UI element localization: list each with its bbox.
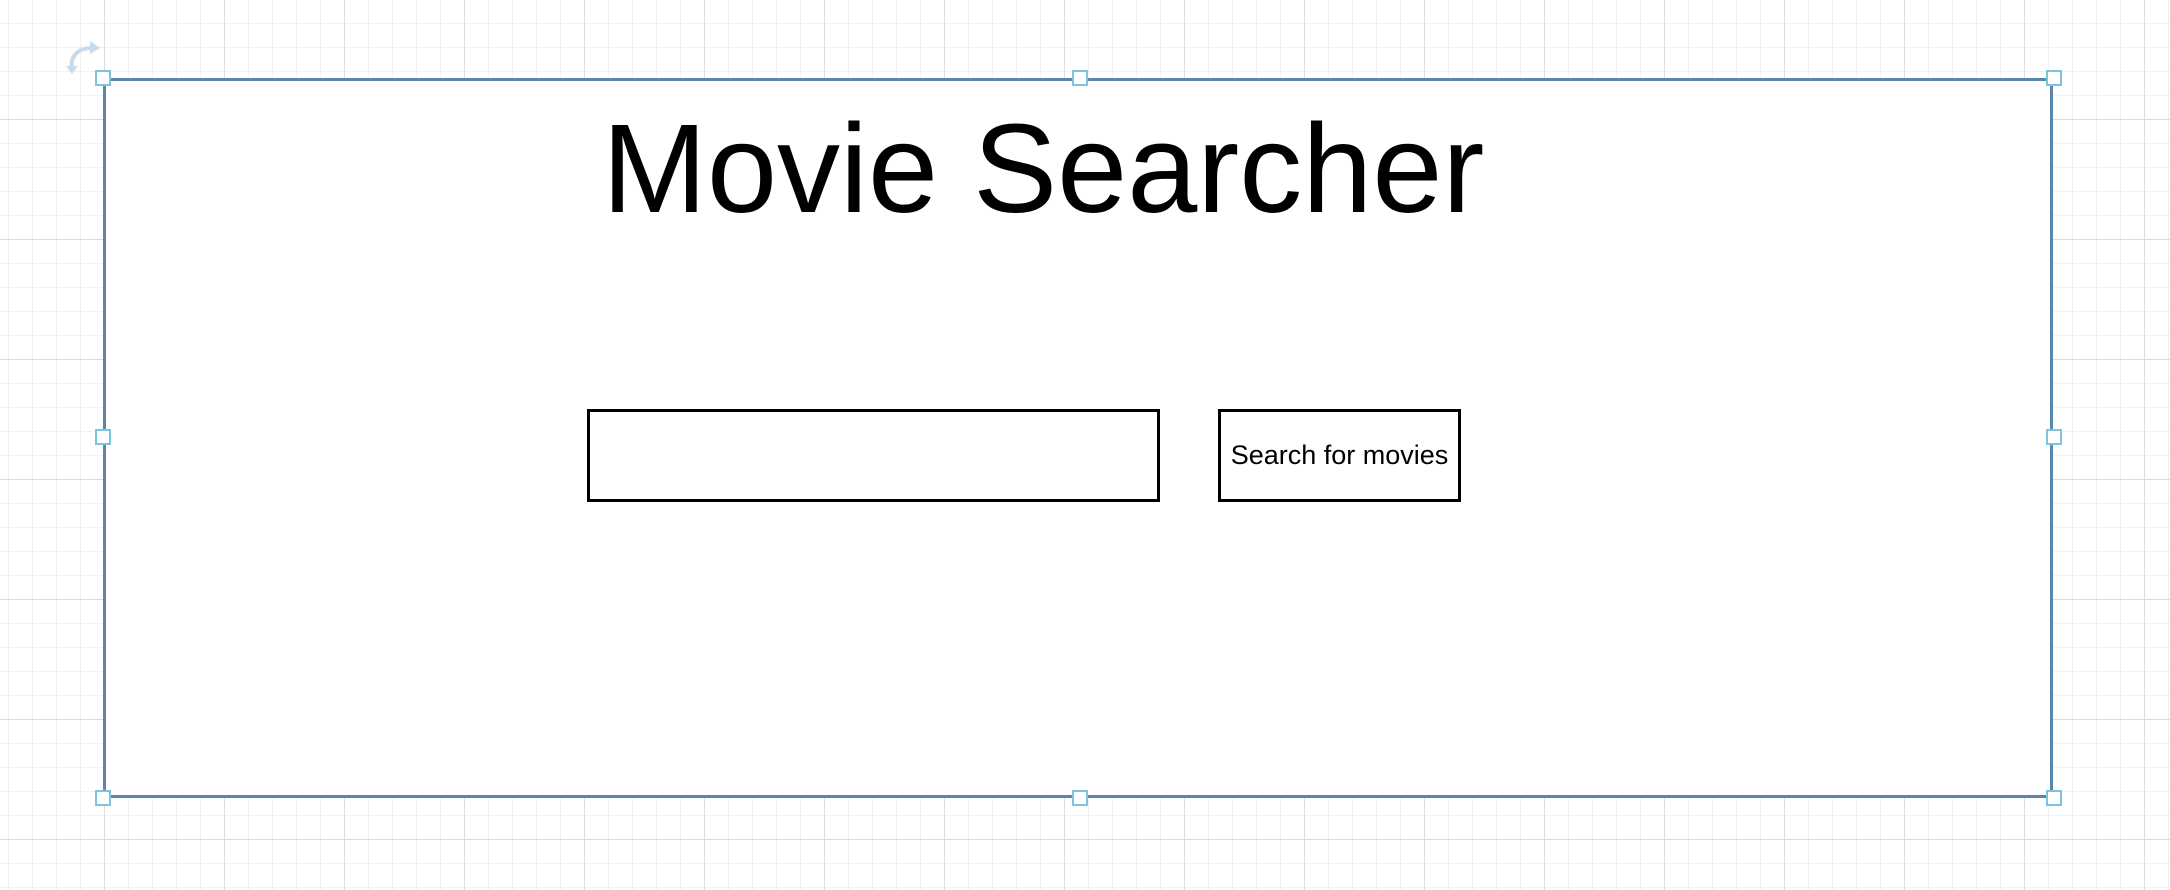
- page-title: Movie Searcher: [602, 98, 1485, 239]
- resize-handle-bottom-center[interactable]: [1072, 790, 1088, 806]
- mockup-frame[interactable]: Movie Searcher Search for movies: [103, 78, 2053, 798]
- resize-handle-middle-right[interactable]: [2046, 429, 2062, 445]
- search-input[interactable]: [587, 409, 1160, 502]
- diagram-canvas[interactable]: Movie Searcher Search for movies: [0, 0, 2170, 890]
- resize-handle-top-left[interactable]: [95, 70, 111, 86]
- resize-handle-top-center[interactable]: [1072, 70, 1088, 86]
- resize-handle-middle-left[interactable]: [95, 429, 111, 445]
- resize-handle-bottom-right[interactable]: [2046, 790, 2062, 806]
- resize-handle-top-right[interactable]: [2046, 70, 2062, 86]
- search-button[interactable]: Search for movies: [1218, 409, 1461, 502]
- resize-handle-bottom-left[interactable]: [95, 790, 111, 806]
